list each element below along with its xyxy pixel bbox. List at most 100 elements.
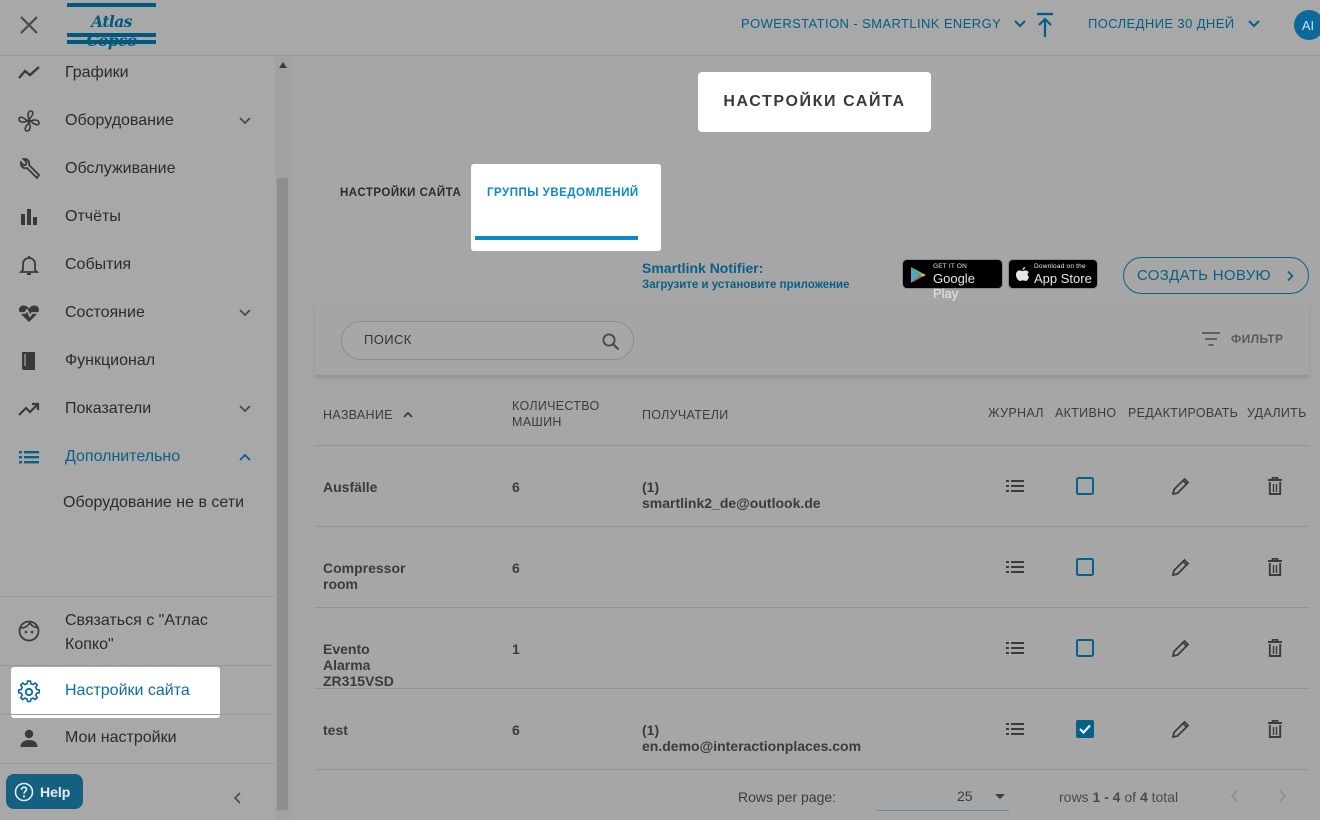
row-divider bbox=[315, 526, 1309, 527]
column-header-name[interactable]: НАЗВАНИЕ bbox=[323, 408, 414, 422]
user-avatar[interactable]: AI bbox=[1294, 10, 1320, 40]
sidebar-item-label: Мои настройки bbox=[65, 729, 177, 746]
row-name: Ausfälle bbox=[323, 479, 378, 495]
trash-icon[interactable] bbox=[1263, 474, 1287, 498]
trash-icon[interactable] bbox=[1263, 555, 1287, 579]
active-tab-indicator bbox=[475, 236, 638, 240]
contact-label: Связаться с "Атлас Копко" bbox=[65, 609, 208, 657]
sidebar-item-equipment[interactable]: Оборудование bbox=[0, 97, 274, 145]
column-header-machines-line1: КОЛИЧЕСТВО bbox=[512, 399, 600, 413]
wrench-icon bbox=[20, 158, 41, 180]
sidebar-item-my-settings[interactable]: Мои настройки bbox=[0, 714, 274, 762]
sidebar-divider bbox=[0, 665, 274, 666]
sidebar-item-site-settings[interactable]: Настройки сайта bbox=[11, 667, 220, 718]
chevron-down-icon bbox=[239, 309, 251, 317]
filter-button[interactable]: ФИЛЬТР bbox=[1201, 331, 1283, 347]
sidebar-item-additional[interactable]: Дополнительно bbox=[0, 433, 274, 481]
gear-icon bbox=[17, 680, 41, 703]
search-icon[interactable] bbox=[601, 332, 621, 352]
sidebar-divider bbox=[0, 596, 274, 597]
journal-list-icon[interactable] bbox=[1003, 555, 1027, 579]
logo-bar-top bbox=[67, 3, 156, 7]
app-store-big-text: App Store bbox=[1034, 271, 1092, 286]
scroll-up-arrow-icon[interactable] bbox=[279, 62, 287, 68]
sidebar-item-label: Дополнительно bbox=[65, 448, 181, 465]
sidebar-item-graphs[interactable]: Графики bbox=[0, 49, 274, 97]
collapse-sidebar-button[interactable] bbox=[230, 790, 246, 806]
row-machine-count: 6 bbox=[512, 722, 520, 738]
bar-chart-icon bbox=[21, 209, 37, 225]
chevron-right-icon bbox=[1287, 270, 1294, 281]
pencil-icon[interactable] bbox=[1169, 636, 1193, 660]
checkbox-unchecked[interactable] bbox=[1073, 555, 1097, 579]
line-chart-icon bbox=[18, 66, 40, 79]
bell-icon bbox=[18, 256, 40, 275]
column-header-name-label: НАЗВАНИЕ bbox=[323, 408, 393, 422]
close-menu-button[interactable] bbox=[14, 10, 44, 40]
row-name: test bbox=[323, 722, 348, 738]
sidebar-item-events[interactable]: События bbox=[0, 241, 274, 289]
google-play-big-text: Google Play bbox=[933, 271, 975, 301]
column-header-journal: ЖУРНАЛ bbox=[988, 406, 1044, 420]
journal-list-icon[interactable] bbox=[1003, 636, 1027, 660]
trend-up-icon bbox=[18, 402, 40, 416]
row-machine-count: 6 bbox=[512, 479, 520, 495]
logo-bar-mid bbox=[67, 33, 156, 37]
pagination-range-prefix: rows bbox=[1059, 789, 1093, 805]
period-selector-label: ПОСЛЕДНИЕ 30 ДНЕЙ bbox=[1088, 16, 1235, 31]
tab-site-settings[interactable]: НАСТРОЙКИ САЙТА bbox=[340, 187, 461, 199]
period-selector[interactable]: ПОСЛЕДНИЕ 30 ДНЕЙ bbox=[1088, 16, 1261, 31]
google-play-badge[interactable]: GET IT ON Google Play bbox=[902, 259, 1003, 301]
search-field[interactable] bbox=[341, 321, 634, 360]
journal-list-icon[interactable] bbox=[1003, 474, 1027, 498]
chevron-down-icon bbox=[239, 405, 251, 413]
help-button[interactable]: Help bbox=[6, 774, 83, 809]
sidebar-item-label: Состояние bbox=[65, 304, 145, 321]
sidebar-item-status[interactable]: Состояние bbox=[0, 289, 274, 337]
table-header-divider bbox=[315, 445, 1309, 446]
trash-icon[interactable] bbox=[1263, 636, 1287, 660]
column-header-recipients[interactable]: ПОЛУЧАТЕЛИ bbox=[642, 408, 729, 422]
checkbox-checked[interactable] bbox=[1073, 717, 1097, 741]
sidebar-item-reports[interactable]: Отчёты bbox=[0, 193, 274, 241]
site-selector[interactable]: POWERSTATION - SMARTLINK ENERGY bbox=[741, 16, 1027, 31]
row-machine-count: 1 bbox=[512, 641, 520, 657]
fan-icon bbox=[18, 110, 40, 132]
rows-per-page-select[interactable]: 25 bbox=[877, 783, 1009, 811]
trash-icon[interactable] bbox=[1263, 717, 1287, 741]
sidebar-subitem-offline-equipment[interactable]: Оборудование не в сети bbox=[0, 479, 274, 527]
search-input[interactable] bbox=[364, 332, 594, 347]
chevron-down-icon bbox=[239, 117, 251, 125]
atlas-copco-logo[interactable]: Atlas Copco bbox=[67, 3, 156, 50]
site-selector-label: POWERSTATION - SMARTLINK ENERGY bbox=[741, 16, 1002, 31]
sidebar-item-label: Функционал bbox=[65, 352, 156, 369]
upload-button[interactable] bbox=[1034, 12, 1056, 38]
journal-list-icon[interactable] bbox=[1003, 717, 1027, 741]
site-settings-label: Настройки сайта bbox=[65, 682, 190, 699]
sidebar-item-label: Отчёты bbox=[65, 208, 121, 225]
next-page-icon[interactable] bbox=[1276, 789, 1288, 803]
sidebar-item-indicators[interactable]: Показатели bbox=[0, 385, 274, 433]
sidebar-scrollbar-thumb[interactable] bbox=[277, 178, 288, 810]
logo-bar-bottom bbox=[67, 40, 156, 44]
pagination-range-of: of bbox=[1120, 789, 1140, 805]
app-store-badge[interactable]: Download on the App Store bbox=[1008, 259, 1098, 289]
sidebar-item-contact[interactable]: Связаться с "Атлас Копко" bbox=[0, 603, 274, 659]
sidebar-divider bbox=[0, 763, 274, 764]
pencil-icon[interactable] bbox=[1169, 474, 1193, 498]
sidebar-item-service[interactable]: Обслуживание bbox=[0, 145, 274, 193]
tab-notification-groups[interactable]: ГРУППЫ УВЕДОМЛЕНИЙ bbox=[487, 187, 639, 199]
create-new-button[interactable]: СОЗДАТЬ НОВУЮ bbox=[1123, 257, 1309, 294]
pencil-icon[interactable] bbox=[1169, 717, 1193, 741]
pencil-icon[interactable] bbox=[1169, 555, 1193, 579]
row-divider bbox=[315, 607, 1309, 608]
checkbox-unchecked[interactable] bbox=[1073, 474, 1097, 498]
sidebar-item-functional[interactable]: Функционал bbox=[0, 337, 274, 385]
sidebar-item-label: Графики bbox=[65, 64, 129, 81]
row-name: Compressor room bbox=[323, 560, 406, 592]
sidebar-item-label: Обслуживание bbox=[65, 160, 176, 177]
previous-page-icon[interactable] bbox=[1229, 789, 1241, 803]
checkbox-unchecked[interactable] bbox=[1073, 636, 1097, 660]
rows-per-page-label: Rows per page: bbox=[738, 789, 837, 805]
column-header-machines[interactable]: КОЛИЧЕСТВО МАШИН bbox=[512, 398, 599, 430]
